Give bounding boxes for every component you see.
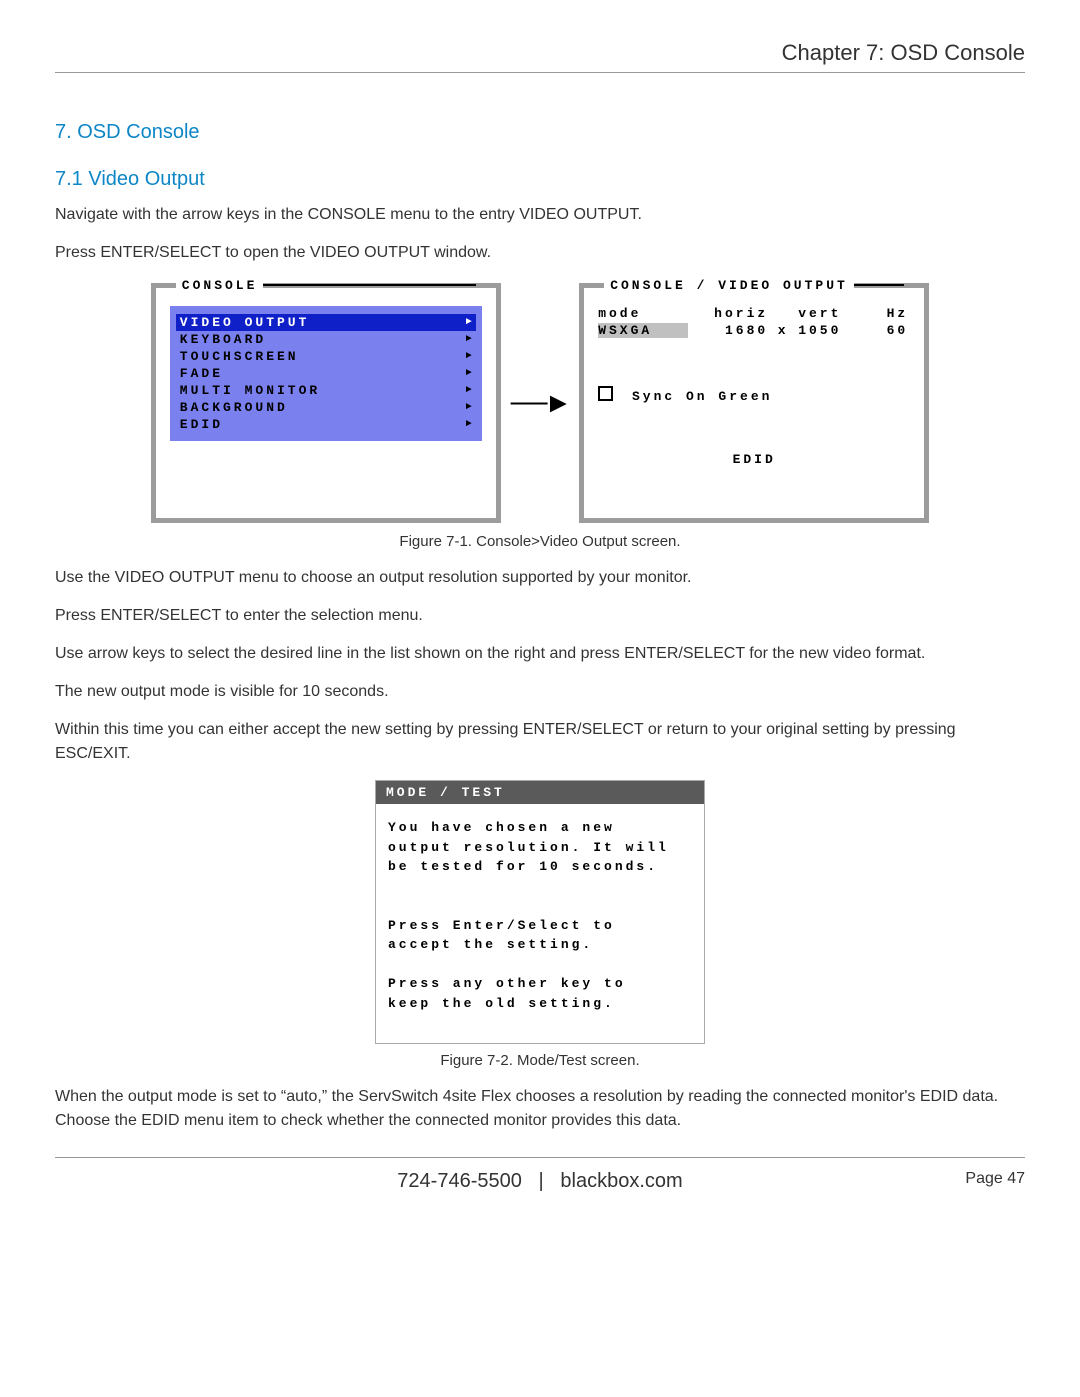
value-vert: 1050	[798, 323, 868, 338]
page-footer: . 724-746-5500 | blackbox.com Page 47	[55, 1157, 1025, 1228]
value-mode: WSXGA	[598, 323, 688, 338]
menu-item-label: MULTI MONITOR	[180, 383, 320, 398]
chevron-right-icon: ►	[466, 317, 472, 328]
video-output-data-row[interactable]: WSXGA 1680 x 1050 60	[598, 323, 910, 338]
sync-on-green-row[interactable]: Sync On Green	[598, 386, 910, 404]
chevron-right-icon: ►	[466, 385, 472, 396]
sync-label: Sync On Green	[632, 389, 772, 404]
page-number: Page 47	[965, 1170, 1025, 1188]
video-output-header-row: mode horiz vert Hz	[598, 306, 910, 321]
paragraph: Navigate with the arrow keys in the CONS…	[55, 203, 1025, 227]
col-vert: vert	[798, 306, 868, 321]
menu-item-video-output[interactable]: VIDEO OUTPUT ►	[176, 314, 476, 331]
menu-item-label: BACKGROUND	[180, 400, 288, 415]
chevron-right-icon: ►	[466, 368, 472, 379]
menu-item-keyboard[interactable]: KEYBOARD ►	[176, 331, 476, 348]
col-hz: Hz	[868, 306, 908, 321]
paragraph: Within this time you can either accept t…	[55, 718, 1025, 766]
osd-console-window: CONSOLE VIDEO OUTPUT ► KEYBOARD ► TOUCHS…	[151, 283, 501, 523]
subsection-title: 7.1 Video Output	[55, 168, 1025, 191]
figure-caption: Figure 7-2. Mode/Test screen.	[55, 1052, 1025, 1069]
col-spacer	[768, 306, 798, 321]
mode-test-title: MODE / TEST	[376, 781, 704, 804]
menu-item-label: EDID	[180, 417, 223, 432]
footer-phone: 724-746-5500	[397, 1170, 522, 1192]
edid-label: EDID	[733, 452, 776, 467]
mode-test-window: MODE / TEST You have chosen a new output…	[375, 780, 705, 1044]
chapter-header: Chapter 7: OSD Console	[55, 40, 1025, 73]
paragraph: Press ENTER/SELECT to enter the selectio…	[55, 604, 1025, 628]
paragraph: Use arrow keys to select the desired lin…	[55, 642, 1025, 666]
osd-title-bar: CONSOLE / VIDEO OUTPUT	[604, 276, 904, 294]
paragraph: The new output mode is visible for 10 se…	[55, 680, 1025, 704]
osd-video-output-window: CONSOLE / VIDEO OUTPUT mode horiz vert H…	[579, 283, 929, 523]
menu-item-fade[interactable]: FADE ►	[176, 365, 476, 382]
chevron-right-icon: ►	[466, 334, 472, 345]
osd-title-line	[263, 284, 475, 286]
paragraph: Use the VIDEO OUTPUT menu to choose an o…	[55, 566, 1025, 590]
col-horiz: horiz	[688, 306, 768, 321]
osd-title: CONSOLE / VIDEO OUTPUT	[604, 278, 854, 293]
menu-item-multi-monitor[interactable]: MULTI MONITOR ►	[176, 382, 476, 399]
menu-item-background[interactable]: BACKGROUND ►	[176, 399, 476, 416]
chevron-right-icon: ►	[466, 351, 472, 362]
figure-caption: Figure 7-1. Console>Video Output screen.	[55, 533, 1025, 550]
mode-test-body: You have chosen a new output resolution.…	[376, 804, 704, 1043]
footer-site: blackbox.com	[560, 1170, 682, 1192]
menu-item-label: KEYBOARD	[180, 332, 266, 347]
footer-center: 724-746-5500 | blackbox.com	[397, 1170, 682, 1193]
chevron-right-icon: ►	[466, 419, 472, 430]
value-horiz: 1680	[688, 323, 768, 338]
footer-sep: |	[539, 1170, 544, 1192]
paragraph: When the output mode is set to “auto,” t…	[55, 1085, 1025, 1133]
menu-item-label: TOUCHSCREEN	[180, 349, 299, 364]
paragraph: Press ENTER/SELECT to open the VIDEO OUT…	[55, 241, 1025, 265]
console-menu-panel: VIDEO OUTPUT ► KEYBOARD ► TOUCHSCREEN ► …	[170, 306, 482, 441]
osd-title-bar: CONSOLE	[176, 276, 476, 294]
chevron-right-icon: ►	[466, 402, 472, 413]
menu-item-label: VIDEO OUTPUT	[180, 315, 310, 330]
edid-row[interactable]: EDID	[598, 452, 910, 467]
section-title: 7. OSD Console	[55, 121, 1025, 144]
osd-title-line	[854, 284, 904, 286]
checkbox-icon[interactable]	[598, 386, 613, 401]
figure-7-1: CONSOLE VIDEO OUTPUT ► KEYBOARD ► TOUCHS…	[55, 283, 1025, 523]
menu-item-label: FADE	[180, 366, 223, 381]
value-x: x	[768, 323, 798, 338]
menu-item-touchscreen[interactable]: TOUCHSCREEN ►	[176, 348, 476, 365]
value-hz: 60	[868, 323, 908, 338]
osd-title: CONSOLE	[176, 278, 264, 293]
arrow-right-icon: ──►	[507, 387, 573, 419]
col-mode: mode	[598, 306, 688, 321]
menu-item-edid[interactable]: EDID ►	[176, 416, 476, 433]
